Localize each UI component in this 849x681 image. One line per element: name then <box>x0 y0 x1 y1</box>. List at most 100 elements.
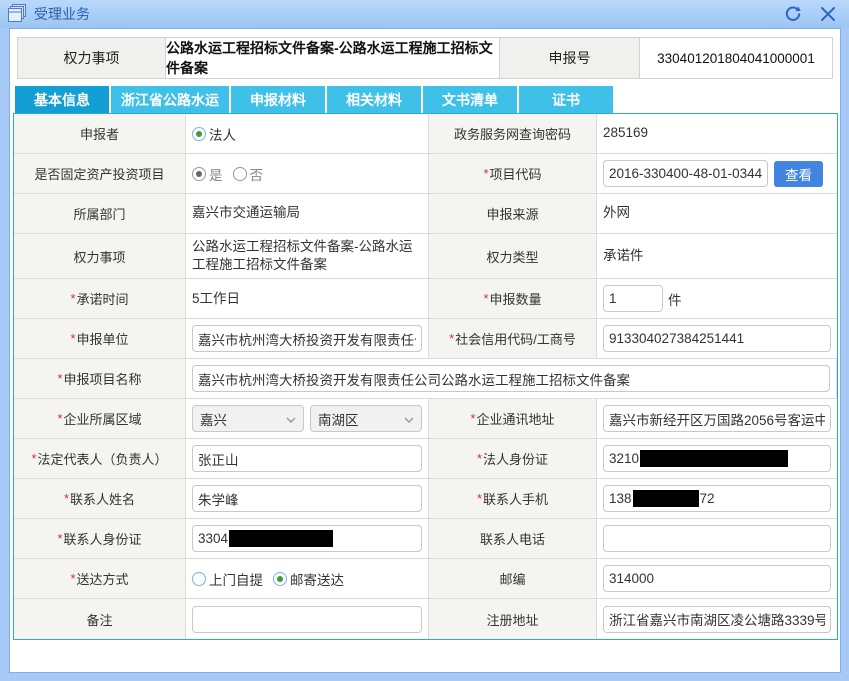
legal-representative-input[interactable] <box>192 445 422 472</box>
redaction-bar <box>229 530 333 547</box>
tab-basic-info[interactable]: 基本信息 <box>15 86 109 113</box>
refresh-button[interactable] <box>783 4 803 24</box>
required-asterisk: * <box>70 331 75 346</box>
tab-application-materials[interactable]: 申报材料 <box>231 86 325 113</box>
label-text-legal-representative: 法定代表人（负责人） <box>38 449 168 468</box>
registered-address-input[interactable] <box>603 606 831 633</box>
value-legal-representative <box>186 439 429 478</box>
label-text-power-type: 权力类型 <box>486 247 538 266</box>
promised-time-text: 5工作日 <box>192 290 240 308</box>
remarks-input[interactable] <box>192 606 422 633</box>
contact-phone-input[interactable] <box>603 525 831 552</box>
window-title: 受理业务 <box>34 4 90 24</box>
value-project-code: 查看 <box>597 154 837 193</box>
legal-person-id-input[interactable]: 3210 <box>603 445 831 472</box>
delivery-method-radio-label-0: 上门自提 <box>209 569 263 589</box>
tab-document-list[interactable]: 文书清单 <box>423 86 517 113</box>
value-contact-name <box>186 479 429 518</box>
label-text-application-project-name: 申报项目名称 <box>64 369 142 388</box>
tab-zhejiang-highway-water-transport[interactable]: 浙江省公路水运 <box>111 86 229 113</box>
window-content: 权力事项 公路水运工程招标文件备案-公路水运工程施工招标文件备案 申报号 330… <box>9 28 841 673</box>
form-row: 是否固定资产投资项目 是否*项目代码 查看 <box>14 154 837 194</box>
value-contact-mobile: 13872 <box>597 479 837 518</box>
label-applicant-unit: *申报单位 <box>14 319 186 358</box>
applicant-unit-input[interactable] <box>192 325 422 352</box>
radio-circle-icon <box>192 127 206 141</box>
form-row: *申报单位*社会信用代码/工商号 <box>14 319 837 359</box>
project-code-view-button[interactable]: 查看 <box>774 161 823 187</box>
project-code-input[interactable] <box>603 160 768 187</box>
power-item-header-label: 权力事项 <box>18 38 166 78</box>
enterprise-region-select-value-1: 南湖区 <box>318 409 359 429</box>
redaction-bar <box>640 450 788 467</box>
required-asterisk: * <box>31 451 36 466</box>
label-contact-id: *联系人身份证 <box>14 519 186 558</box>
radio-circle-icon <box>192 167 206 181</box>
enterprise-region-select-1[interactable]: 南湖区 <box>310 405 422 432</box>
required-asterisk: * <box>483 166 488 181</box>
power-item-text: 公路水运工程招标文件备案-公路水运工程施工招标文件备案 <box>192 238 422 274</box>
application-source-text: 外网 <box>603 204 630 222</box>
label-applicant-type: 申报者 <box>14 114 186 153</box>
value-applicant-type: 法人 <box>186 114 429 153</box>
label-postal-code: 邮编 <box>429 559 597 598</box>
tab-certificate[interactable]: 证书 <box>519 86 613 113</box>
form-row: *承诺时间5工作日*申报数量件 <box>14 279 837 319</box>
label-text-legal-person-id: 法人身份证 <box>483 449 548 468</box>
label-text-social-credit-code: 社会信用代码/工商号 <box>455 329 576 348</box>
radio-circle-icon <box>192 572 206 586</box>
application-quantity-input[interactable] <box>603 285 663 312</box>
value-power-type: 承诺件 <box>597 234 837 278</box>
label-gov-service-query-password: 政务服务网查询密码 <box>429 114 597 153</box>
form-row: *企业所属区域嘉兴南湖区*企业通讯地址 <box>14 399 837 439</box>
delivery-method-radio-1[interactable]: 邮寄送达 <box>273 569 344 589</box>
label-fixed-asset-investment-project: 是否固定资产投资项目 <box>14 154 186 193</box>
required-asterisk: * <box>64 491 69 506</box>
value-power-item: 公路水运工程招标文件备案-公路水运工程施工招标文件备案 <box>186 234 429 278</box>
fixed-asset-investment-project-radio-1: 否 <box>233 164 264 184</box>
required-asterisk: * <box>483 291 488 306</box>
required-asterisk: * <box>70 571 75 586</box>
postal-code-input[interactable] <box>603 565 831 592</box>
tab-related-materials[interactable]: 相关材料 <box>327 86 421 113</box>
value-application-source: 外网 <box>597 194 837 233</box>
label-text-contact-mobile: 联系人手机 <box>483 489 548 508</box>
applicant-type-radio-0[interactable]: 法人 <box>192 124 236 144</box>
radio-circle-icon <box>273 572 287 586</box>
application-project-name-input[interactable] <box>192 365 830 392</box>
delivery-method-radio-0[interactable]: 上门自提 <box>192 569 263 589</box>
label-text-contact-name: 联系人姓名 <box>70 489 135 508</box>
power-item-header-value: 公路水运工程招标文件备案-公路水运工程施工招标文件备案 <box>166 38 500 78</box>
contact-name-input[interactable] <box>192 485 422 512</box>
value-contact-phone <box>597 519 837 558</box>
label-project-code: *项目代码 <box>429 154 597 193</box>
label-text-department: 所属部门 <box>73 204 125 223</box>
gov-service-query-password-text: 285169 <box>603 124 648 142</box>
contact-mobile-visible-text: 138 <box>609 491 632 506</box>
label-application-source: 申报来源 <box>429 194 597 233</box>
label-enterprise-region: *企业所属区域 <box>14 399 186 438</box>
enterprise-mailing-address-input[interactable] <box>603 405 831 432</box>
label-text-fixed-asset-investment-project: 是否固定资产投资项目 <box>34 164 164 183</box>
required-asterisk: * <box>449 331 454 346</box>
form-row: *联系人姓名*联系人手机13872 <box>14 479 837 519</box>
redaction-bar <box>633 490 699 507</box>
label-delivery-method: *送达方式 <box>14 559 186 598</box>
value-fixed-asset-investment-project: 是否 <box>186 154 429 193</box>
label-text-applicant-type: 申报者 <box>80 124 119 143</box>
contact-id-input[interactable]: 3304 <box>192 525 422 552</box>
contact-id-visible-text: 3304 <box>198 531 228 546</box>
value-applicant-unit <box>186 319 429 358</box>
power-type-text: 承诺件 <box>603 247 644 265</box>
label-application-project-name: *申报项目名称 <box>14 359 186 398</box>
legal-person-id-visible-text: 3210 <box>609 451 639 466</box>
chevron-down-icon <box>286 411 296 426</box>
label-text-registered-address: 注册地址 <box>486 610 538 629</box>
social-credit-code-input[interactable] <box>603 325 831 352</box>
close-button[interactable] <box>819 5 837 23</box>
form-row: 权力事项公路水运工程招标文件备案-公路水运工程施工招标文件备案权力类型承诺件 <box>14 234 837 279</box>
enterprise-region-select-0[interactable]: 嘉兴 <box>192 405 304 432</box>
form-row: *联系人身份证3304联系人电话 <box>14 519 837 559</box>
label-text-applicant-unit: 申报单位 <box>77 329 129 348</box>
contact-mobile-input[interactable]: 13872 <box>603 485 831 512</box>
